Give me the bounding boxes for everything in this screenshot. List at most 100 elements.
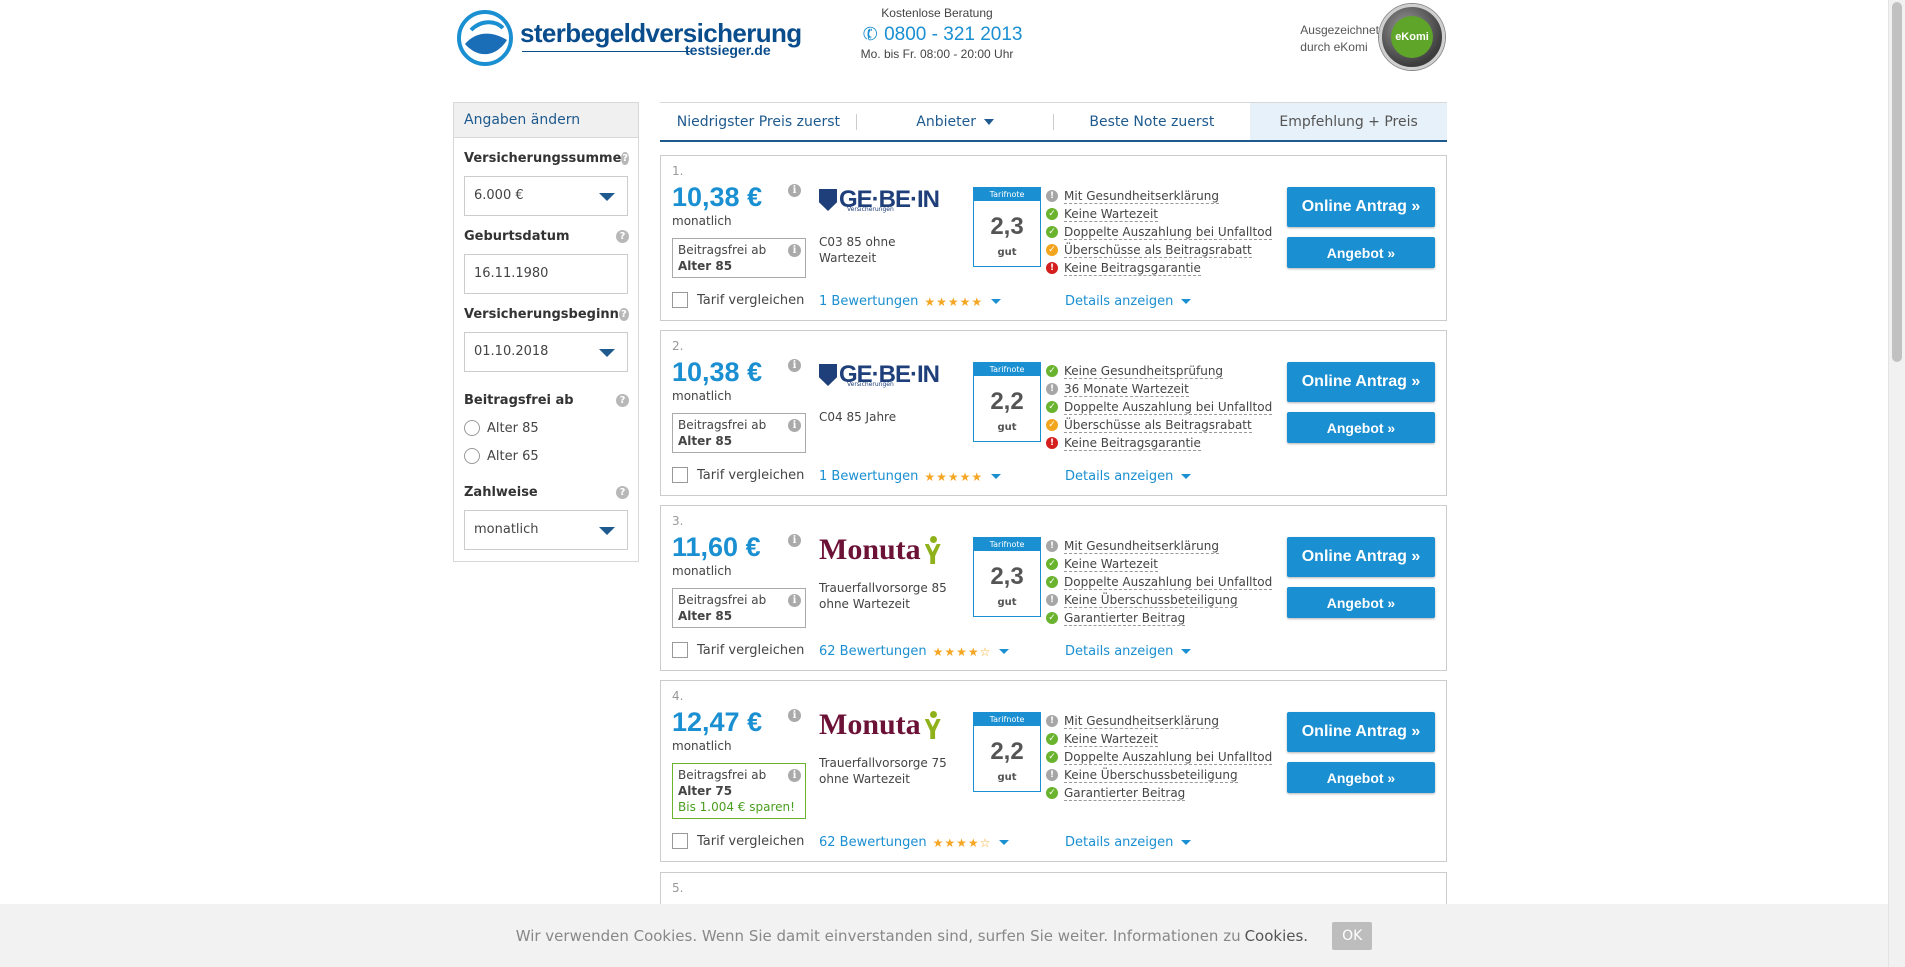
sum-value: 6.000 € xyxy=(474,188,524,203)
details-toggle[interactable]: Details anzeigen xyxy=(1065,469,1192,484)
page-scrollbar[interactable] xyxy=(1888,0,1905,967)
feature-item[interactable]: ! 36 Monate Wartezeit xyxy=(1046,380,1272,398)
compare-checkbox[interactable]: Tarif vergleichen xyxy=(672,642,804,658)
compare-label: Tarif vergleichen xyxy=(697,292,805,308)
feature-item[interactable]: ✓ Keine Wartezeit xyxy=(1046,555,1272,573)
help-icon[interactable]: ? xyxy=(616,230,629,243)
compare-checkbox[interactable]: Tarif vergleichen xyxy=(672,833,804,849)
grade-head: Tarifnote xyxy=(974,538,1040,551)
grade-head: Tarifnote xyxy=(974,188,1040,201)
feature-item[interactable]: ! Mit Gesundheitserklärung xyxy=(1046,537,1272,555)
online-application-button[interactable]: Online Antrag » xyxy=(1287,537,1435,577)
feature-item[interactable]: ✓ Keine Wartezeit xyxy=(1046,205,1272,223)
reviews-link[interactable]: 62 Bewertungen ★★★★☆ xyxy=(819,835,1010,850)
feature-item[interactable]: ! Mit Gesundheitserklärung xyxy=(1046,712,1272,730)
feature-item[interactable]: ✓ Keine Gesundheitsprüfung xyxy=(1046,362,1272,380)
feature-list: ! Mit Gesundheitserklärung ✓ Keine Warteze… xyxy=(1046,712,1273,802)
sort-tabs: Niedrigster Preis zuerst Anbieter Beste … xyxy=(660,102,1447,142)
start-label: Versicherungsbeginn? xyxy=(464,307,629,322)
radio-label: Alter 65 xyxy=(487,448,539,464)
sum-select[interactable]: 6.000 € xyxy=(464,176,628,216)
radio-alter-85[interactable]: Alter 85 xyxy=(464,420,629,436)
feature-item[interactable]: ✓ Überschüsse als Beitragsrabatt xyxy=(1046,416,1272,434)
feature-item[interactable]: ! Keine Beitragsgarantie xyxy=(1046,434,1272,452)
offer-button[interactable]: Angebot » xyxy=(1287,762,1435,793)
feature-item[interactable]: ✓ Garantierter Beitrag xyxy=(1046,609,1272,627)
feature-text: Doppelte Auszahlung bei Unfalltod xyxy=(1064,574,1273,590)
online-application-button[interactable]: Online Antrag » xyxy=(1287,362,1435,402)
reviews-link[interactable]: 1 Bewertungen ★★★★★ xyxy=(819,469,1002,484)
tab-provider[interactable]: Anbieter xyxy=(857,103,1054,140)
scrollbar-thumb[interactable] xyxy=(1892,2,1902,362)
cookie-ok-button[interactable]: OK xyxy=(1332,921,1373,950)
price-period: monatlich xyxy=(672,739,732,753)
info-icon[interactable]: i xyxy=(788,419,801,432)
site-header: sterbegeldversicherung testsieger.de Kos… xyxy=(457,0,1447,82)
tariff-name: Trauerfallvorsorge 75 ohne Wartezeit xyxy=(819,756,947,786)
offer-button[interactable]: Angebot » xyxy=(1287,587,1435,618)
info-icon[interactable]: i xyxy=(788,184,801,197)
online-application-button[interactable]: Online Antrag » xyxy=(1287,187,1435,227)
chevron-down-icon xyxy=(999,649,1010,654)
feature-text: Doppelte Auszahlung bei Unfalltod xyxy=(1064,749,1273,765)
compare-checkbox[interactable]: Tarif vergleichen xyxy=(672,292,804,308)
tab-best-grade[interactable]: Beste Note zuerst xyxy=(1054,103,1251,140)
info-icon[interactable]: i xyxy=(788,769,801,782)
info-icon[interactable]: i xyxy=(788,709,801,722)
feature-item[interactable]: ✓ Doppelte Auszahlung bei Unfalltod xyxy=(1046,748,1273,766)
cookie-link[interactable]: Cookies. xyxy=(1245,927,1309,945)
help-icon[interactable]: ? xyxy=(621,152,629,165)
rating-stars-icon: ★★★★☆ xyxy=(932,644,992,659)
grade-value: 2,2 xyxy=(990,388,1024,415)
warning-check-icon: ✓ xyxy=(1046,419,1058,431)
insurer-logo-gebein: GE·BE·IN Versicherungen xyxy=(819,355,940,395)
checkbox xyxy=(672,833,688,849)
reviews-link[interactable]: 62 Bewertungen ★★★★☆ xyxy=(819,644,1010,659)
birthdate-input[interactable]: 16.11.1980 xyxy=(464,254,628,294)
chevron-down-icon xyxy=(1181,299,1192,304)
page: sterbegeldversicherung testsieger.de Kos… xyxy=(0,0,1905,967)
ekomi-award[interactable]: Ausgezeichnet durch eKomi eKomi xyxy=(1287,4,1447,74)
feature-item[interactable]: ✓ Doppelte Auszahlung bei Unfalltod xyxy=(1046,573,1273,591)
result-rank: 5. xyxy=(672,881,684,895)
reviews-count: 62 Bewertungen xyxy=(819,644,927,659)
tab-recommendation[interactable]: Empfehlung + Preis xyxy=(1250,103,1447,140)
chevron-down-icon xyxy=(1181,474,1192,479)
hotline: Kostenlose Beratung ✆ 0800 - 321 2013 Mo.… xyxy=(857,6,1023,61)
details-toggle[interactable]: Details anzeigen xyxy=(1065,294,1192,309)
info-icon[interactable]: i xyxy=(788,534,801,547)
site-logo[interactable]: sterbegeldversicherung testsieger.de xyxy=(457,10,802,70)
start-select[interactable]: 01.10.2018 xyxy=(464,332,628,372)
pay-select[interactable]: monatlich xyxy=(464,510,628,550)
online-application-button[interactable]: Online Antrag » xyxy=(1287,712,1435,752)
insurer-logo-monuta: Monuta xyxy=(819,530,939,570)
help-icon[interactable]: ? xyxy=(616,394,629,407)
feature-item[interactable]: ! Mit Gesundheitserklärung xyxy=(1046,187,1272,205)
info-icon[interactable]: i xyxy=(788,244,801,257)
info-icon[interactable]: i xyxy=(788,594,801,607)
offer-button[interactable]: Angebot » xyxy=(1287,237,1435,268)
reviews-link[interactable]: 1 Bewertungen ★★★★★ xyxy=(819,294,1002,309)
help-icon[interactable]: ? xyxy=(616,486,629,499)
feature-item[interactable]: ✓ Überschüsse als Beitragsrabatt xyxy=(1046,241,1272,259)
feature-item[interactable]: ✓ Garantierter Beitrag xyxy=(1046,784,1272,802)
feature-item[interactable]: ✓ Doppelte Auszahlung bei Unfalltod xyxy=(1046,398,1273,416)
feature-item[interactable]: ! Keine Überschussbeteiligung xyxy=(1046,766,1272,784)
feature-item[interactable]: ✓ Keine Wartezeit xyxy=(1046,730,1272,748)
compare-checkbox[interactable]: Tarif vergleichen xyxy=(672,467,804,483)
hotline-number-row[interactable]: ✆ 0800 - 321 2013 xyxy=(857,22,1023,46)
sum-label: Versicherungssumme? xyxy=(464,151,629,166)
check-icon: ✓ xyxy=(1046,576,1058,588)
offer-button[interactable]: Angebot » xyxy=(1287,412,1435,443)
details-toggle[interactable]: Details anzeigen xyxy=(1065,835,1192,850)
feature-item[interactable]: ✓ Doppelte Auszahlung bei Unfalltod xyxy=(1046,223,1273,241)
details-toggle[interactable]: Details anzeigen xyxy=(1065,644,1192,659)
check-icon: ✓ xyxy=(1046,558,1058,570)
chevron-down-icon xyxy=(599,193,615,201)
info-icon[interactable]: i xyxy=(788,359,801,372)
feature-item[interactable]: ! Keine Überschussbeteiligung xyxy=(1046,591,1272,609)
tab-lowest-price[interactable]: Niedrigster Preis zuerst xyxy=(660,103,857,140)
radio-alter-65[interactable]: Alter 65 xyxy=(464,448,629,464)
help-icon[interactable]: ? xyxy=(618,308,629,321)
feature-item[interactable]: ! Keine Beitragsgarantie xyxy=(1046,259,1272,277)
